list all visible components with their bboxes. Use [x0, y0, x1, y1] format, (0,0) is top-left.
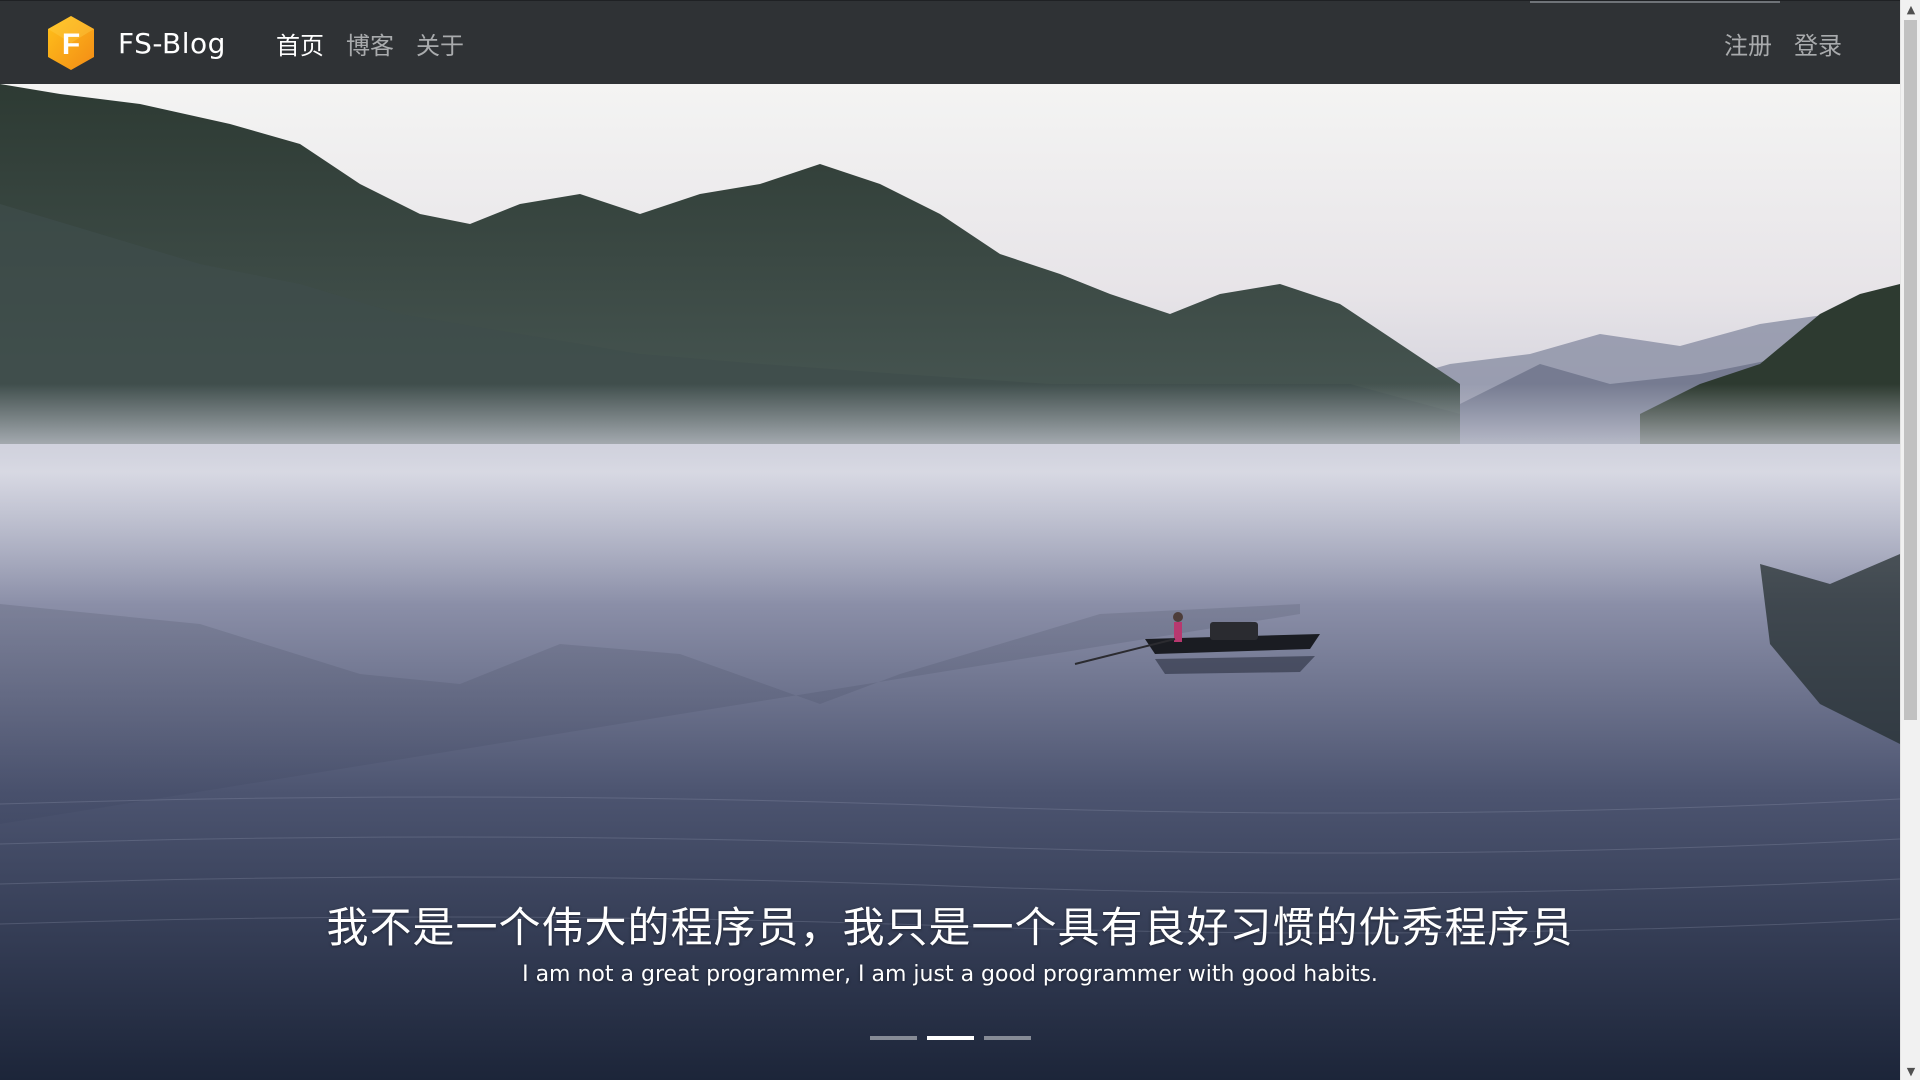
- page-viewport: F FS-Blog 首页 博客 关于 注册 登录 我不是一个伟大的程序员，我只是…: [0, 0, 1900, 1080]
- carousel-indicator-3[interactable]: [983, 1036, 1031, 1040]
- hero-carousel[interactable]: 我不是一个伟大的程序员，我只是一个具有良好习惯的优秀程序员 I am not a…: [0, 84, 1900, 1080]
- nav-item-about[interactable]: 关于: [416, 26, 464, 61]
- scroll-down-icon[interactable]: ▼: [1901, 1062, 1920, 1080]
- top-navbar: F FS-Blog 首页 博客 关于 注册 登录: [0, 0, 1900, 84]
- page-scrollbar[interactable]: ▲ ▼: [1900, 0, 1920, 1080]
- hero-subtitle: I am not a great programmer, I am just a…: [522, 962, 1378, 987]
- carousel-indicators: [0, 1036, 1900, 1040]
- login-link[interactable]: 登录: [1794, 26, 1842, 61]
- hero-title: 我不是一个伟大的程序员，我只是一个具有良好习惯的优秀程序员: [326, 903, 1574, 952]
- brand-name[interactable]: FS-Blog: [118, 27, 226, 60]
- nav-item-blog[interactable]: 博客: [346, 26, 394, 61]
- brand[interactable]: F FS-Blog: [46, 15, 226, 71]
- scroll-up-icon[interactable]: ▲: [1901, 0, 1920, 18]
- auth-nav: 注册 登录: [1724, 1, 1842, 85]
- main-nav: 首页 博客 关于: [276, 1, 464, 85]
- carousel-indicator-1[interactable]: [869, 1036, 917, 1040]
- scrollbar-thumb[interactable]: [1904, 20, 1917, 720]
- carousel-indicator-2[interactable]: [926, 1036, 974, 1040]
- logo-letter: F: [62, 28, 80, 61]
- nav-item-home[interactable]: 首页: [276, 26, 324, 61]
- register-link[interactable]: 注册: [1724, 26, 1772, 61]
- hexagon-logo-icon: F: [48, 16, 94, 70]
